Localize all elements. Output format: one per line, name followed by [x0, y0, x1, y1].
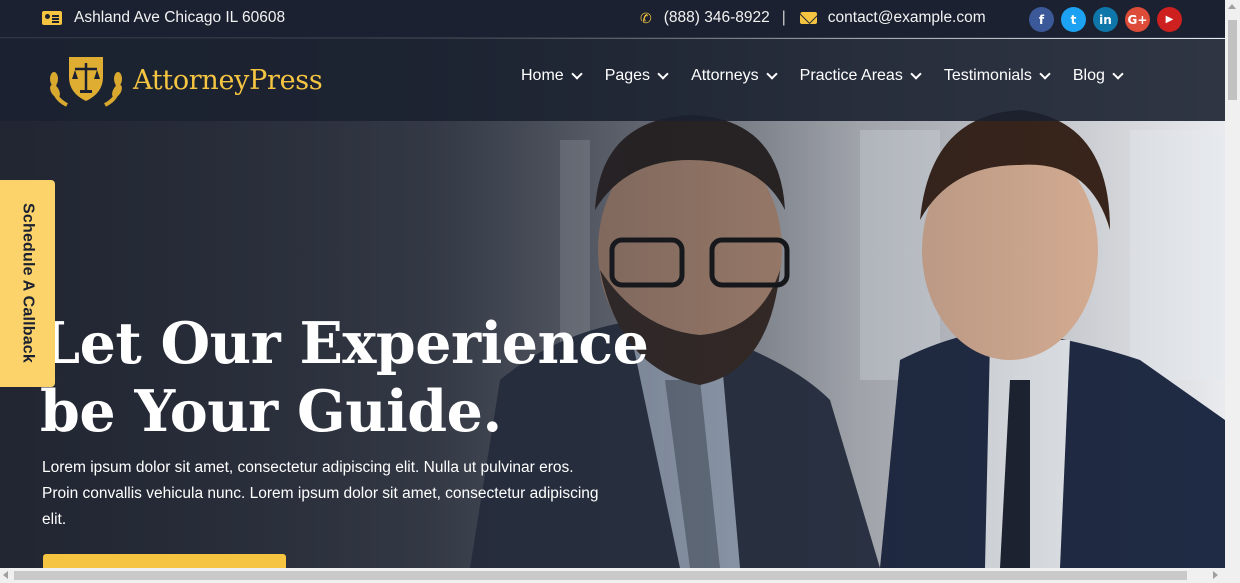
contact-info: ✆ (888) 346-8922 | contact@example.com — [640, 9, 986, 27]
nav-item-testimonials[interactable]: Testimonials — [943, 67, 1051, 85]
youtube-icon[interactable]: ▶ — [1157, 7, 1182, 32]
address-card-icon — [42, 11, 62, 25]
phone-icon: ✆ — [640, 9, 652, 26]
address-text: Ashland Ave Chicago IL 60608 — [74, 9, 286, 26]
site-header: AttorneyPress Home Pages Attorneys Pract… — [0, 39, 1225, 121]
site-logo[interactable]: AttorneyPress — [45, 51, 323, 109]
linkedin-icon[interactable]: in — [1093, 7, 1118, 32]
nav-label: Testimonials — [943, 67, 1032, 84]
page-viewport: Ashland Ave Chicago IL 60608 ✆ (888) 346… — [0, 0, 1225, 568]
nav-label: Pages — [604, 67, 651, 84]
chevron-down-icon — [1112, 68, 1124, 80]
schedule-callback-tab[interactable]: Schedule A Callback — [0, 180, 55, 387]
scroll-up-arrow-icon[interactable] — [1228, 4, 1236, 9]
chevron-down-icon — [571, 68, 583, 80]
contact-separator: | — [781, 9, 786, 26]
nav-label: Home — [521, 67, 564, 84]
scroll-left-arrow-icon[interactable] — [3, 571, 8, 579]
vertical-scroll-thumb[interactable] — [1228, 20, 1237, 100]
scales-of-justice-shield-icon — [50, 57, 122, 107]
nav-label: Practice Areas — [799, 67, 903, 84]
nav-label: Blog — [1072, 67, 1105, 84]
nav-item-practice-areas[interactable]: Practice Areas — [799, 67, 922, 85]
hero-description: Lorem ipsum dolor sit amet, consectetur … — [42, 459, 599, 528]
nav-item-attorneys[interactable]: Attorneys — [691, 67, 778, 85]
schedule-callback-label: Schedule A Callback — [19, 203, 37, 364]
horizontal-scrollbar[interactable] — [0, 568, 1240, 583]
hero-heading-line-1: Let Our Experience — [40, 310, 649, 377]
nav-label: Attorneys — [691, 67, 759, 84]
main-navigation: Home Pages Attorneys Practice Areas Test… — [521, 67, 1146, 85]
hero-cta-button[interactable] — [43, 554, 286, 568]
twitter-icon[interactable]: t — [1061, 7, 1086, 32]
chevron-down-icon — [910, 68, 922, 80]
address-info: Ashland Ave Chicago IL 60608 — [42, 9, 285, 27]
hero-heading: Let Our Experience be Your Guide. — [40, 310, 660, 446]
horizontal-scroll-thumb[interactable] — [14, 571, 1187, 580]
chevron-down-icon — [657, 68, 669, 80]
social-links: f t in G+ ▶ — [1029, 7, 1182, 32]
nav-item-blog[interactable]: Blog — [1072, 67, 1124, 85]
vertical-scrollbar[interactable] — [1225, 0, 1240, 568]
hero-heading-line-2: be Your Guide. — [40, 378, 502, 445]
scroll-right-arrow-icon[interactable] — [1213, 571, 1218, 579]
phone-link[interactable]: (888) 346-8922 — [664, 9, 770, 27]
email-link[interactable]: contact@example.com — [828, 9, 986, 27]
chevron-down-icon — [765, 68, 778, 80]
facebook-icon[interactable]: f — [1029, 7, 1054, 32]
nav-item-pages[interactable]: Pages — [604, 67, 669, 85]
top-bar: Ashland Ave Chicago IL 60608 ✆ (888) 346… — [0, 0, 1225, 38]
google-plus-icon[interactable]: G+ — [1125, 7, 1150, 32]
chevron-down-icon — [1039, 68, 1051, 80]
envelope-icon — [799, 12, 817, 24]
nav-item-home[interactable]: Home — [521, 67, 583, 85]
logo-text: AttorneyPress — [133, 64, 323, 96]
